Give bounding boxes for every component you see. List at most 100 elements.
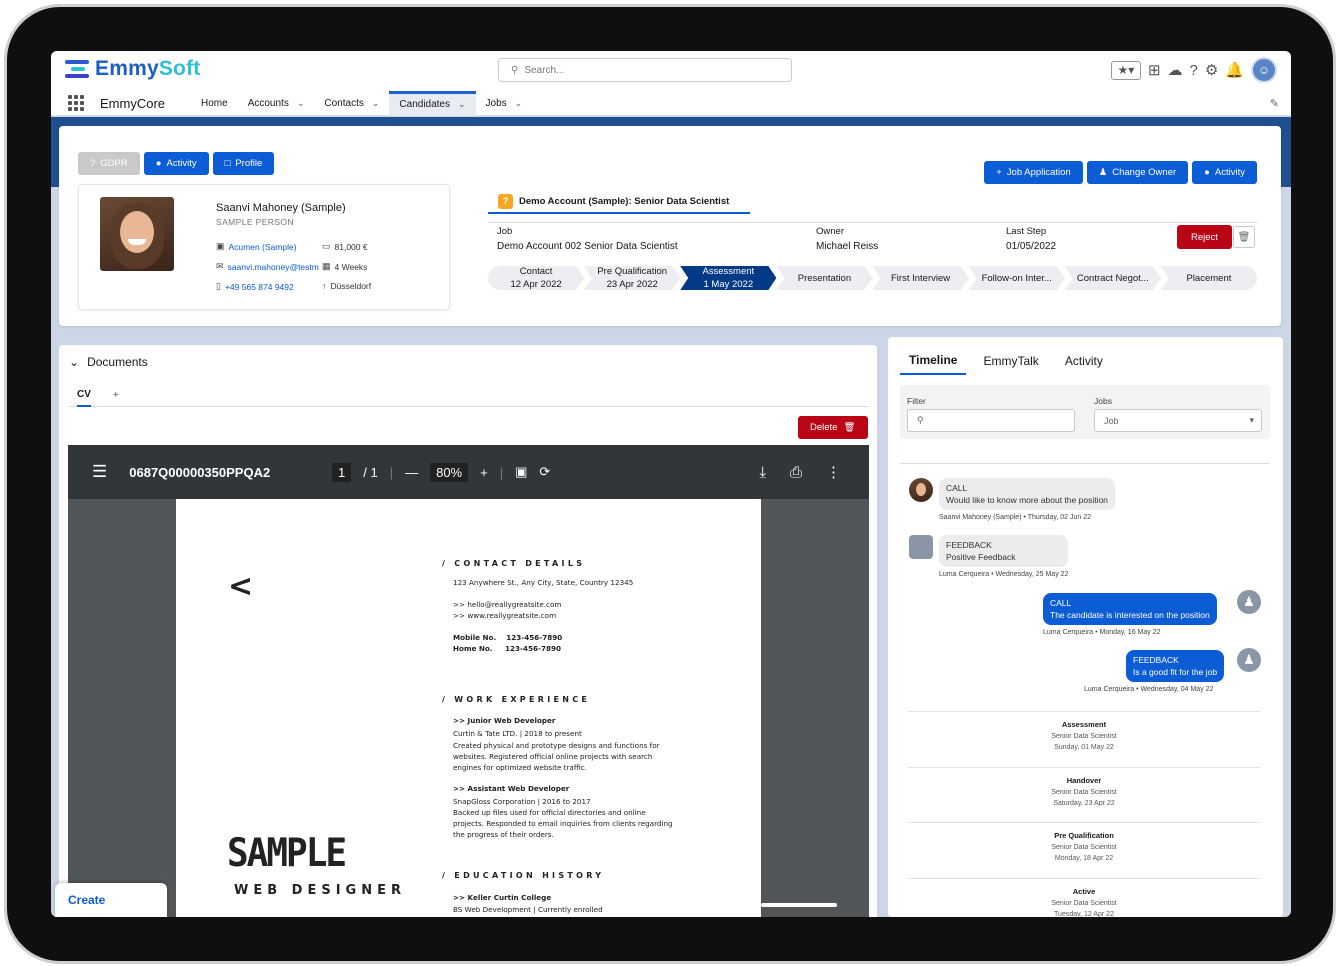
nav-label: Accounts xyxy=(247,97,289,109)
chat-icon: ● xyxy=(155,158,162,169)
help-icon[interactable]: ? xyxy=(1190,62,1198,79)
person-type: SAMPLE PERSON xyxy=(216,217,294,227)
gdpr-button[interactable]: ? GDPR xyxy=(78,152,140,175)
timeline-message[interactable]: CALL The candidate is interested on the p… xyxy=(1043,593,1217,636)
user-avatar[interactable]: ☺ xyxy=(1251,57,1277,83)
message-text: Would like to know more about the positi… xyxy=(946,495,1108,505)
app-launcher-icon[interactable] xyxy=(68,95,84,111)
add-icon[interactable]: ⊞ xyxy=(1148,61,1161,79)
bell-icon[interactable]: 🔔 xyxy=(1225,61,1244,79)
logo[interactable]: EmmySoft xyxy=(65,57,200,81)
rotate-icon[interactable]: ⟳ xyxy=(539,464,550,480)
calendar-icon: ▦ xyxy=(322,261,331,271)
job-link[interactable]: Demo Account 002 Senior Data Scientist xyxy=(497,241,678,252)
step-contract-negotiation[interactable]: Contract Negot... xyxy=(1065,266,1161,290)
event-title: Handover xyxy=(1066,776,1102,785)
timeline-message[interactable]: CALL Would like to know more about the po… xyxy=(939,478,1115,521)
zoom-in-icon[interactable]: + xyxy=(480,465,488,480)
timeline-message[interactable]: FEEDBACK Is a good fit for the job Luma C… xyxy=(1084,650,1225,693)
chevron-down-icon[interactable]: ⌄ xyxy=(297,98,305,109)
salary-value: 81,000 € xyxy=(334,241,368,252)
app-name: EmmyCore xyxy=(100,95,166,111)
step-placement[interactable]: Placement xyxy=(1160,266,1257,290)
trash-icon[interactable]: 🗑 xyxy=(1233,226,1255,248)
candidate-record-card: ? GDPR ● Activity □ Profile + Job Applicatio… xyxy=(59,126,1281,326)
reject-button[interactable]: Reject xyxy=(1177,225,1232,249)
email-link[interactable]: saanvi.mahoney@testm xyxy=(228,262,319,272)
phone-link[interactable]: +49 565 874 9492 xyxy=(225,282,294,292)
pdf-page: < / CONTACT DETAILS 123 Anywhere St., An… xyxy=(176,499,761,917)
jobs-select[interactable]: Job ▾ xyxy=(1094,409,1262,432)
print-icon[interactable]: ⎙ xyxy=(790,464,802,481)
gdpr-icon: ? xyxy=(90,158,96,169)
profile-button[interactable]: □ Profile xyxy=(212,152,275,175)
search-icon: ⚲ xyxy=(511,64,519,76)
cv-email: >> hello@reallygreatsite.com xyxy=(453,600,562,609)
cv-job1-desc: Created physical and prototype designs a… xyxy=(453,741,660,750)
delete-button[interactable]: Delete 🗑 xyxy=(798,416,868,439)
menu-icon[interactable]: ☰ xyxy=(92,462,107,482)
chevron-down-icon[interactable]: ⌄ xyxy=(69,355,79,369)
change-owner-button[interactable]: ♟ Change Owner xyxy=(1086,161,1189,184)
message-text: Positive Feedback xyxy=(946,552,1016,562)
plus-icon: + xyxy=(996,167,1002,178)
nav-jobs[interactable]: Jobs ⌄ xyxy=(476,91,533,116)
scroll-indicator[interactable] xyxy=(761,903,837,907)
add-tab-button[interactable]: + xyxy=(113,383,119,407)
global-search-input[interactable]: ⚲ Search... xyxy=(498,58,792,82)
zoom-input[interactable]: 80% xyxy=(430,462,469,482)
chevron-down-icon[interactable]: ⌄ xyxy=(515,98,523,109)
candidate-avatar xyxy=(909,478,933,502)
step-first-interview[interactable]: First Interview xyxy=(873,266,969,290)
nav-accounts[interactable]: Accounts ⌄ xyxy=(238,91,315,116)
tab-cv[interactable]: CV xyxy=(77,383,91,407)
job-application-header: ? Demo Account (Sample): Senior Data Scie… xyxy=(488,190,750,214)
company-link[interactable]: Acumen (Sample) xyxy=(229,242,297,252)
step-label: Contact xyxy=(519,266,553,277)
job-application-button[interactable]: + Job Application xyxy=(984,161,1083,184)
gear-icon[interactable]: ⚙ xyxy=(1205,61,1218,79)
step-contact[interactable]: Contact 12 Apr 2022 xyxy=(488,266,584,290)
step-assessment[interactable]: Assessment 1 May 2022 xyxy=(680,266,776,290)
nav-home[interactable]: Home xyxy=(191,91,238,116)
app-screen: EmmySoft ⚲ Search... ★▾ ⊞ ☁ ? ⚙ 🔔 ☺ Emmy… xyxy=(51,51,1291,917)
download-icon[interactable]: ⤓ xyxy=(759,464,766,481)
fit-page-icon[interactable]: ▣ xyxy=(515,464,527,480)
nav-candidates[interactable]: Candidates ⌄ xyxy=(389,90,476,116)
step-follow-on-interview[interactable]: Follow-on Inter... xyxy=(969,266,1065,290)
create-button[interactable]: Create xyxy=(55,883,167,917)
timeline-message[interactable]: FEEDBACK Positive Feedback Luma Cerqueira… xyxy=(939,535,1069,578)
event-job: Senior Data Scientist xyxy=(1051,900,1117,907)
message-text: The candidate is interested on the posit… xyxy=(1050,610,1210,620)
tab-emmytalk[interactable]: EmmyTalk xyxy=(974,347,1047,375)
edit-nav-icon[interactable]: ✎ xyxy=(1270,97,1279,110)
filter-input[interactable]: ⚲ xyxy=(907,409,1075,432)
activity-button[interactable]: ● Activity xyxy=(143,152,209,175)
step-pre-qualification[interactable]: Pre Qualification 23 Apr 2022 xyxy=(584,266,680,290)
zoom-out-icon[interactable]: — xyxy=(405,465,418,480)
filter-label: Filter xyxy=(907,396,926,406)
job-title[interactable]: Demo Account (Sample): Senior Data Scien… xyxy=(519,196,729,207)
city-value: Düsseldorf xyxy=(330,281,372,291)
cv-job2-desc: Backed up files used for official direct… xyxy=(453,808,646,817)
step-presentation[interactable]: Presentation xyxy=(776,266,872,290)
trash-icon: 🗑 xyxy=(843,422,856,433)
chevron-down-icon[interactable]: ⌄ xyxy=(372,98,380,109)
activity-right-button[interactable]: ● Activity xyxy=(1192,161,1257,184)
message-meta: Saanvi Mahoney (Sample) • Thursday, 02 J… xyxy=(939,514,1091,521)
chevron-down-icon[interactable]: ⌄ xyxy=(458,99,466,110)
favorites-icon[interactable]: ★▾ xyxy=(1110,60,1141,80)
documents-header[interactable]: ⌄ Documents xyxy=(69,355,148,369)
tab-timeline[interactable]: Timeline xyxy=(900,347,967,375)
trailhead-icon[interactable]: ☁ xyxy=(1168,61,1183,79)
button-label: Activity xyxy=(1214,167,1245,178)
user-avatar-icon: ♟ xyxy=(1237,648,1261,672)
more-options-icon[interactable]: ⋮ xyxy=(826,463,841,481)
owner-link[interactable]: Michael Reiss xyxy=(816,241,878,252)
nav-contacts[interactable]: Contacts ⌄ xyxy=(314,91,389,116)
tab-activity[interactable]: Activity xyxy=(1056,347,1112,375)
page-number-input[interactable]: 1 xyxy=(332,462,352,482)
filter-box: Filter ⚲ Jobs Job ▾ xyxy=(900,385,1270,439)
hierarchy-icon: □ xyxy=(224,158,231,169)
cv-job1-desc: websites. Registered official online pro… xyxy=(453,752,653,761)
